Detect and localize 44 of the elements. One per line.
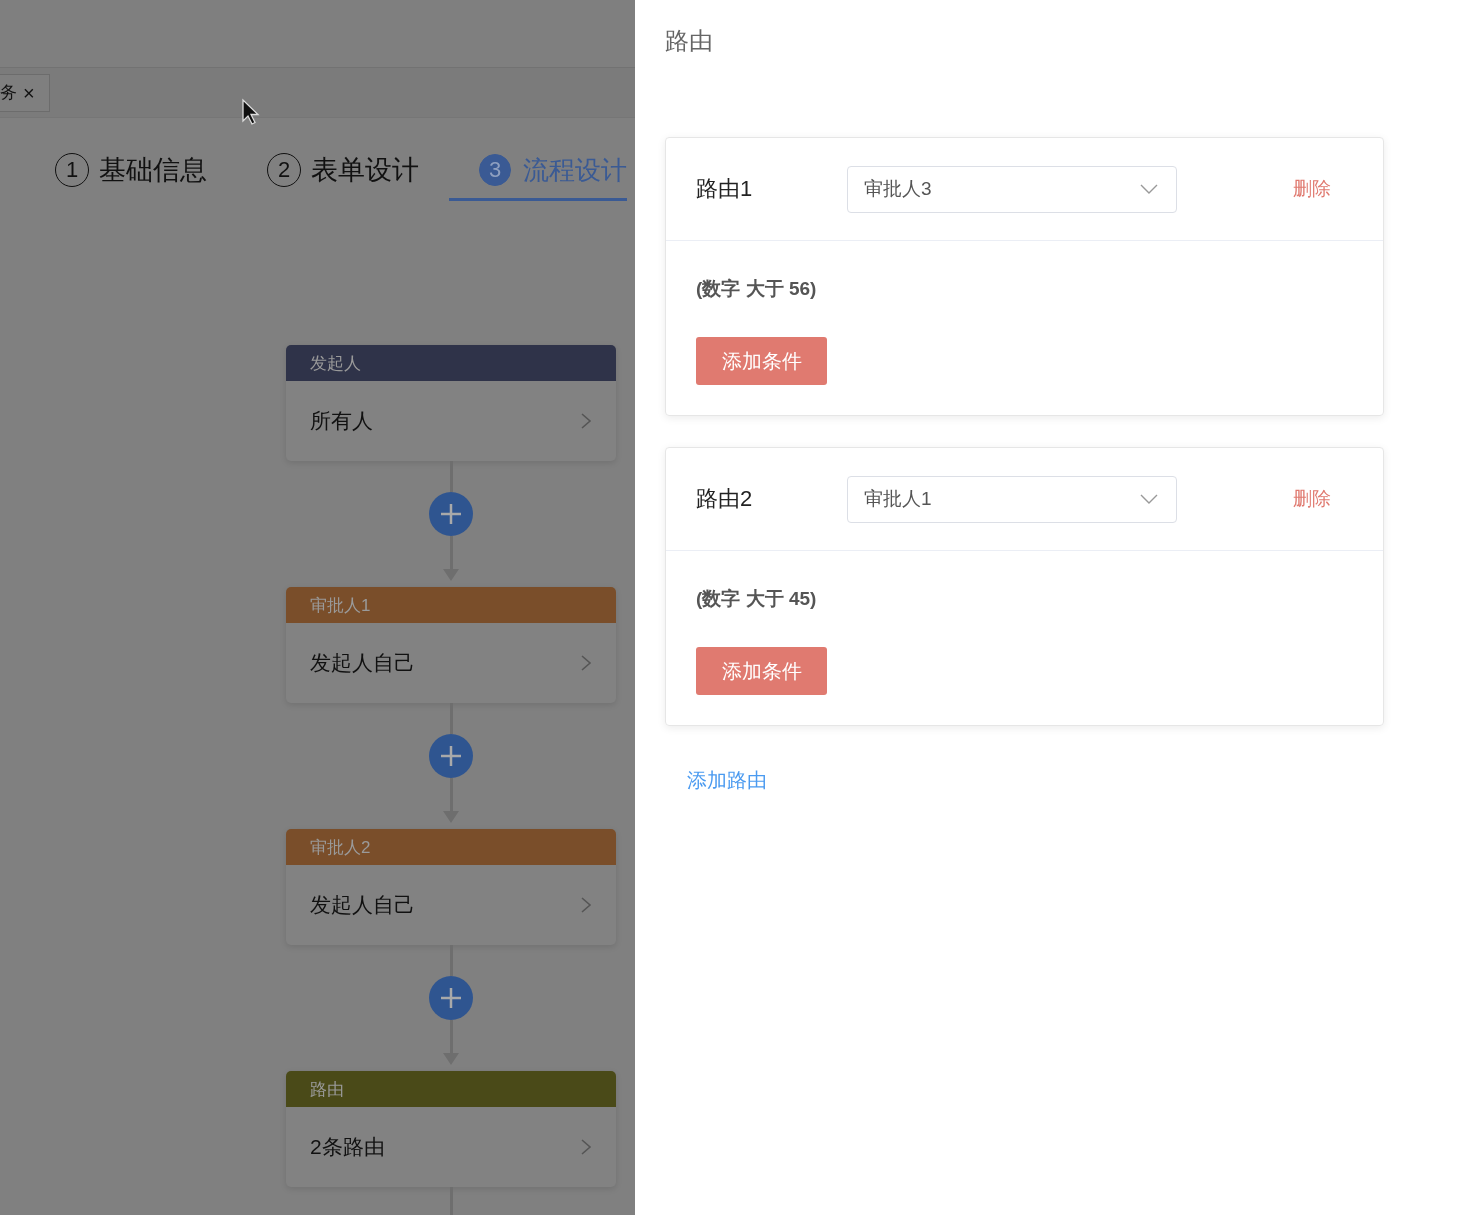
route-name: 路由2 <box>696 485 754 513</box>
step-tab[interactable]: 1 基础信息 <box>25 142 237 201</box>
chevron-right-icon <box>580 412 592 430</box>
chevron-right-icon <box>580 896 592 914</box>
chevron-down-icon <box>1140 184 1158 194</box>
tab-label: 务 <box>0 82 17 103</box>
node-title: 审批人2 <box>310 836 371 859</box>
condition-text: (数字 大于 56) <box>696 277 818 301</box>
node-content: 发起人自己 <box>310 650 415 676</box>
drawer-title: 路由 <box>665 26 714 56</box>
add-node-icon[interactable] <box>429 734 473 778</box>
node-content: 2条路由 <box>310 1134 385 1160</box>
add-node-icon[interactable] <box>429 976 473 1020</box>
close-icon[interactable]: × <box>23 82 35 103</box>
condition-text: (数字 大于 45) <box>696 587 818 611</box>
cursor-icon <box>241 98 261 126</box>
chevron-down-icon <box>1140 494 1158 504</box>
flow-node[interactable]: 审批人2 发起人自己 <box>286 829 616 945</box>
node-content: 所有人 <box>310 408 373 434</box>
step-label: 流程设计 <box>523 153 627 187</box>
step-label: 表单设计 <box>311 154 419 187</box>
chevron-right-icon <box>580 1138 592 1156</box>
node-content: 发起人自己 <box>310 892 415 918</box>
add-condition-button[interactable]: 添加条件 <box>696 647 827 695</box>
route-name: 路由1 <box>696 175 754 203</box>
page-tab[interactable]: 务 × <box>0 73 50 112</box>
step-number: 3 <box>479 154 511 186</box>
add-condition-button[interactable]: 添加条件 <box>696 337 827 385</box>
step-tab[interactable]: 2 表单设计 <box>237 142 449 201</box>
approver-select[interactable]: 审批人1 <box>847 475 1177 523</box>
flow-node[interactable]: 发起人 所有人 <box>286 345 616 461</box>
chevron-right-icon <box>580 654 592 672</box>
add-route-link[interactable]: 添加路由 <box>687 768 767 792</box>
flow-node[interactable]: 审批人1 发起人自己 <box>286 587 616 703</box>
step-label: 基础信息 <box>99 154 207 187</box>
approver-select[interactable]: 审批人3 <box>847 165 1177 213</box>
delete-link[interactable]: 删除 <box>1293 486 1331 512</box>
flow-node[interactable]: 路由 2条路由 <box>286 1071 616 1187</box>
add-node-icon[interactable] <box>429 492 473 536</box>
node-title: 路由 <box>310 1078 344 1101</box>
step-tab[interactable]: 3 流程设计 <box>449 142 627 201</box>
node-title: 审批人1 <box>310 594 371 617</box>
node-title: 发起人 <box>310 352 361 375</box>
delete-link[interactable]: 删除 <box>1293 176 1331 202</box>
